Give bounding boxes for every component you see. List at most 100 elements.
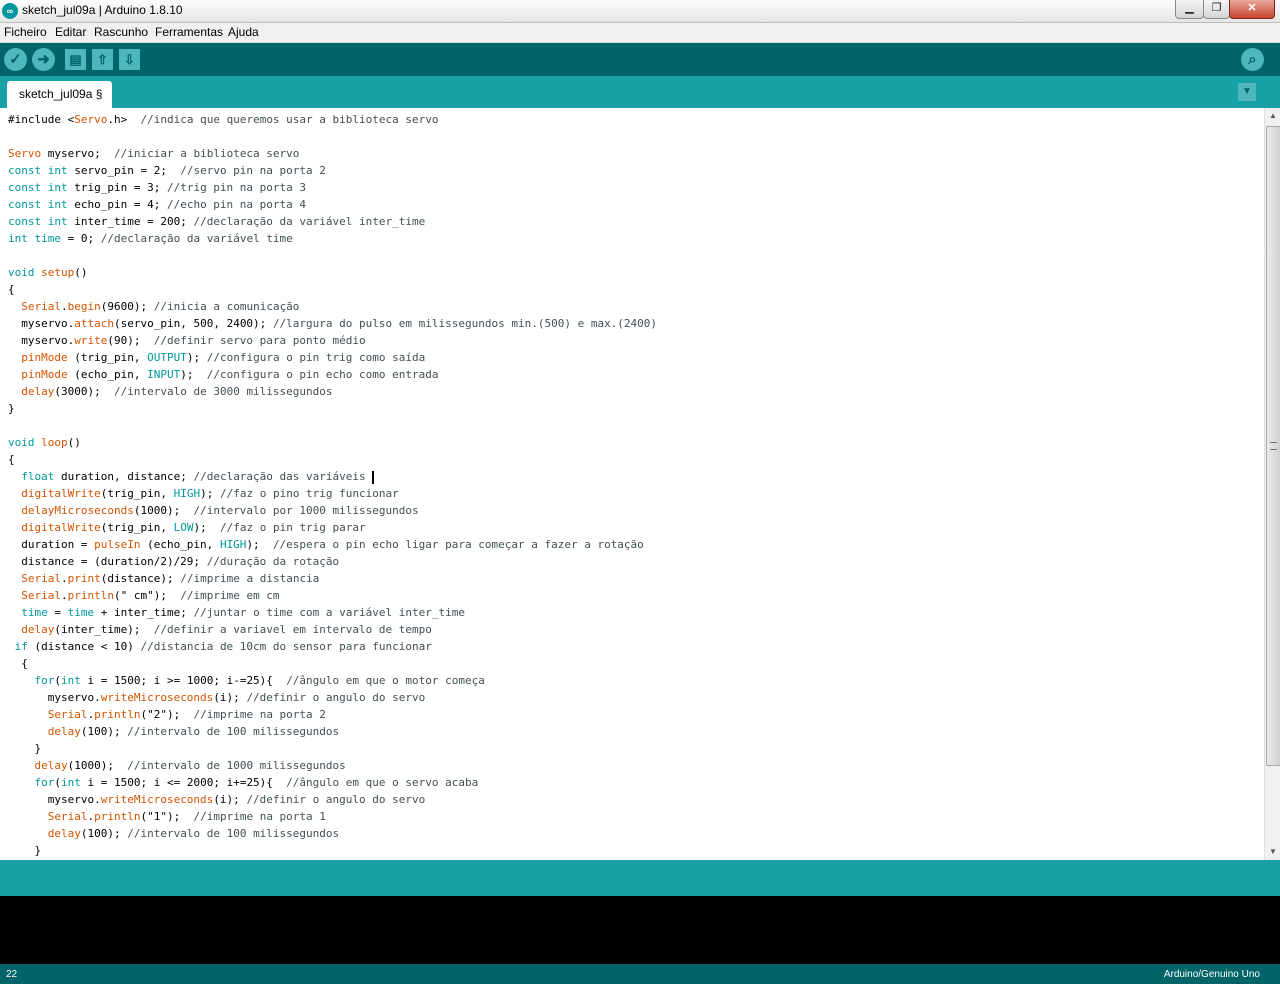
close-button[interactable]: ✕	[1229, 0, 1275, 19]
code-token: Serial	[47, 708, 88, 721]
status-bar: 22 Arduino/Genuino Uno	[0, 964, 1280, 984]
code-line: delay(inter_time); //definir a variavel …	[8, 621, 657, 638]
verify-button[interactable]: ✓	[4, 48, 27, 71]
code-editor[interactable]: #include <Servo.h> //indica que queremos…	[0, 108, 1264, 860]
code-token: //declaração da variável inter_time	[193, 215, 426, 228]
code-token: //largura do pulso em milissegundos min.…	[272, 317, 658, 330]
code-token: (i);	[213, 691, 247, 704]
code-token: (" cm");	[113, 589, 181, 602]
code-token: //declaração das variáveis	[193, 470, 366, 483]
tab-label: sketch_jul09a §	[19, 87, 103, 101]
code-token: println	[67, 589, 114, 602]
code-line: const int echo_pin = 4; //echo pin na po…	[8, 196, 657, 213]
code-token: //configura o pin trig como saída	[206, 351, 426, 364]
code-token: (1000);	[133, 504, 194, 517]
arduino-logo-icon: ∞	[2, 3, 18, 19]
code-token: (3000);	[54, 385, 114, 398]
code-token: ()	[67, 436, 81, 449]
code-token: writeMicroseconds	[100, 793, 214, 806]
code-token: //imprime na porta 1	[193, 810, 326, 823]
code-line: {	[8, 281, 657, 298]
minimize-button[interactable]: ▁	[1175, 0, 1204, 19]
code-token: println	[94, 708, 141, 721]
code-line: }	[8, 740, 657, 757]
code-token: (trig_pin,	[100, 487, 174, 500]
code-token: println	[94, 810, 141, 823]
tab-sketch[interactable]: sketch_jul09a §	[7, 81, 112, 108]
scroll-down-arrow-icon[interactable]: ▼	[1265, 844, 1280, 860]
new-sketch-button[interactable]: ▤	[65, 49, 86, 70]
code-token: (90);	[107, 334, 154, 347]
menu-ajuda[interactable]: Ajuda	[228, 25, 259, 39]
scroll-up-arrow-icon[interactable]: ▲	[1265, 108, 1280, 124]
console-output[interactable]	[0, 896, 1280, 964]
code-token: //espera o pin echo ligar para começar a…	[272, 538, 644, 551]
code-token: time	[67, 606, 95, 619]
line-number: 22	[6, 969, 18, 980]
menu-rascunho[interactable]: Rascunho	[94, 25, 148, 39]
code-token: =	[47, 606, 68, 619]
code-text[interactable]: #include <Servo.h> //indica que queremos…	[8, 111, 657, 859]
menu-ficheiro[interactable]: Ficheiro	[4, 25, 47, 39]
code-token: //distancia de 10cm do sensor para funci…	[140, 640, 432, 653]
scrollbar-thumb[interactable]	[1266, 126, 1280, 766]
code-token: distance = (duration/2)/29;	[8, 555, 207, 568]
code-token: duration =	[8, 538, 95, 551]
code-line: myservo.attach(servo_pin, 500, 2400); //…	[8, 315, 657, 332]
code-token: echo_pin = 4;	[67, 198, 167, 211]
code-token: write	[74, 334, 108, 347]
open-sketch-button[interactable]: ⇧	[92, 49, 113, 70]
code-token: ("1");	[140, 810, 194, 823]
code-token: writeMicroseconds	[100, 691, 214, 704]
code-token: Serial	[21, 589, 61, 602]
code-token: {	[8, 283, 15, 296]
code-token: Serial	[47, 810, 88, 823]
code-token: //trig pin na porta 3	[166, 181, 307, 194]
code-token: //definir servo para ponto médio	[153, 334, 366, 347]
vertical-scrollbar[interactable]: ▲ ▼	[1264, 108, 1280, 860]
menu-ferramentas[interactable]: Ferramentas	[155, 25, 223, 39]
tab-menu-button[interactable]: ▼	[1238, 83, 1256, 101]
code-token: //faz o pin trig parar	[219, 521, 366, 534]
maximize-button[interactable]: ❐	[1203, 0, 1230, 19]
code-line: const int trig_pin = 3; //trig pin na po…	[8, 179, 657, 196]
code-token: //imprime em cm	[180, 589, 280, 602]
code-line: pinMode (echo_pin, INPUT); //configura o…	[8, 366, 657, 383]
serial-monitor-button[interactable]: ⌕	[1241, 48, 1264, 71]
code-token: OUTPUT	[147, 351, 187, 364]
code-token: (trig_pin,	[67, 351, 148, 364]
menu-bar: Ficheiro Editar Rascunho Ferramentas Aju…	[0, 23, 1280, 43]
menu-editar[interactable]: Editar	[55, 25, 86, 39]
code-token: delay	[34, 759, 68, 772]
code-token: //juntar o time com a variável inter_tim…	[193, 606, 465, 619]
code-line: delay(3000); //intervalo de 3000 milisse…	[8, 383, 657, 400]
code-token: digitalWrite	[21, 521, 101, 534]
code-line: {	[8, 655, 657, 672]
code-token: int	[8, 232, 28, 245]
code-token: //definir a variavel em intervalo de tem…	[153, 623, 432, 636]
code-token: //imprime na porta 2	[193, 708, 326, 721]
code-token: .	[61, 572, 68, 585]
code-line: void setup()	[8, 264, 657, 281]
upload-button[interactable]: ➜	[32, 48, 55, 71]
code-token: (servo_pin, 500, 2400);	[113, 317, 273, 330]
title-bar[interactable]: ∞ sketch_jul09a | Arduino 1.8.10 ▁ ❐ ✕	[0, 0, 1280, 23]
code-line: Serial.print(distance); //imprime a dist…	[8, 570, 657, 587]
code-token: delayMicroseconds	[21, 504, 134, 517]
save-sketch-button[interactable]: ⇩	[119, 49, 140, 70]
code-token: (distance);	[100, 572, 181, 585]
code-token: (trig_pin,	[100, 521, 174, 534]
code-token: //configura o pin echo como entrada	[206, 368, 439, 381]
code-token: .	[61, 589, 68, 602]
code-token: delay	[21, 385, 55, 398]
code-token: trig_pin = 3;	[67, 181, 167, 194]
